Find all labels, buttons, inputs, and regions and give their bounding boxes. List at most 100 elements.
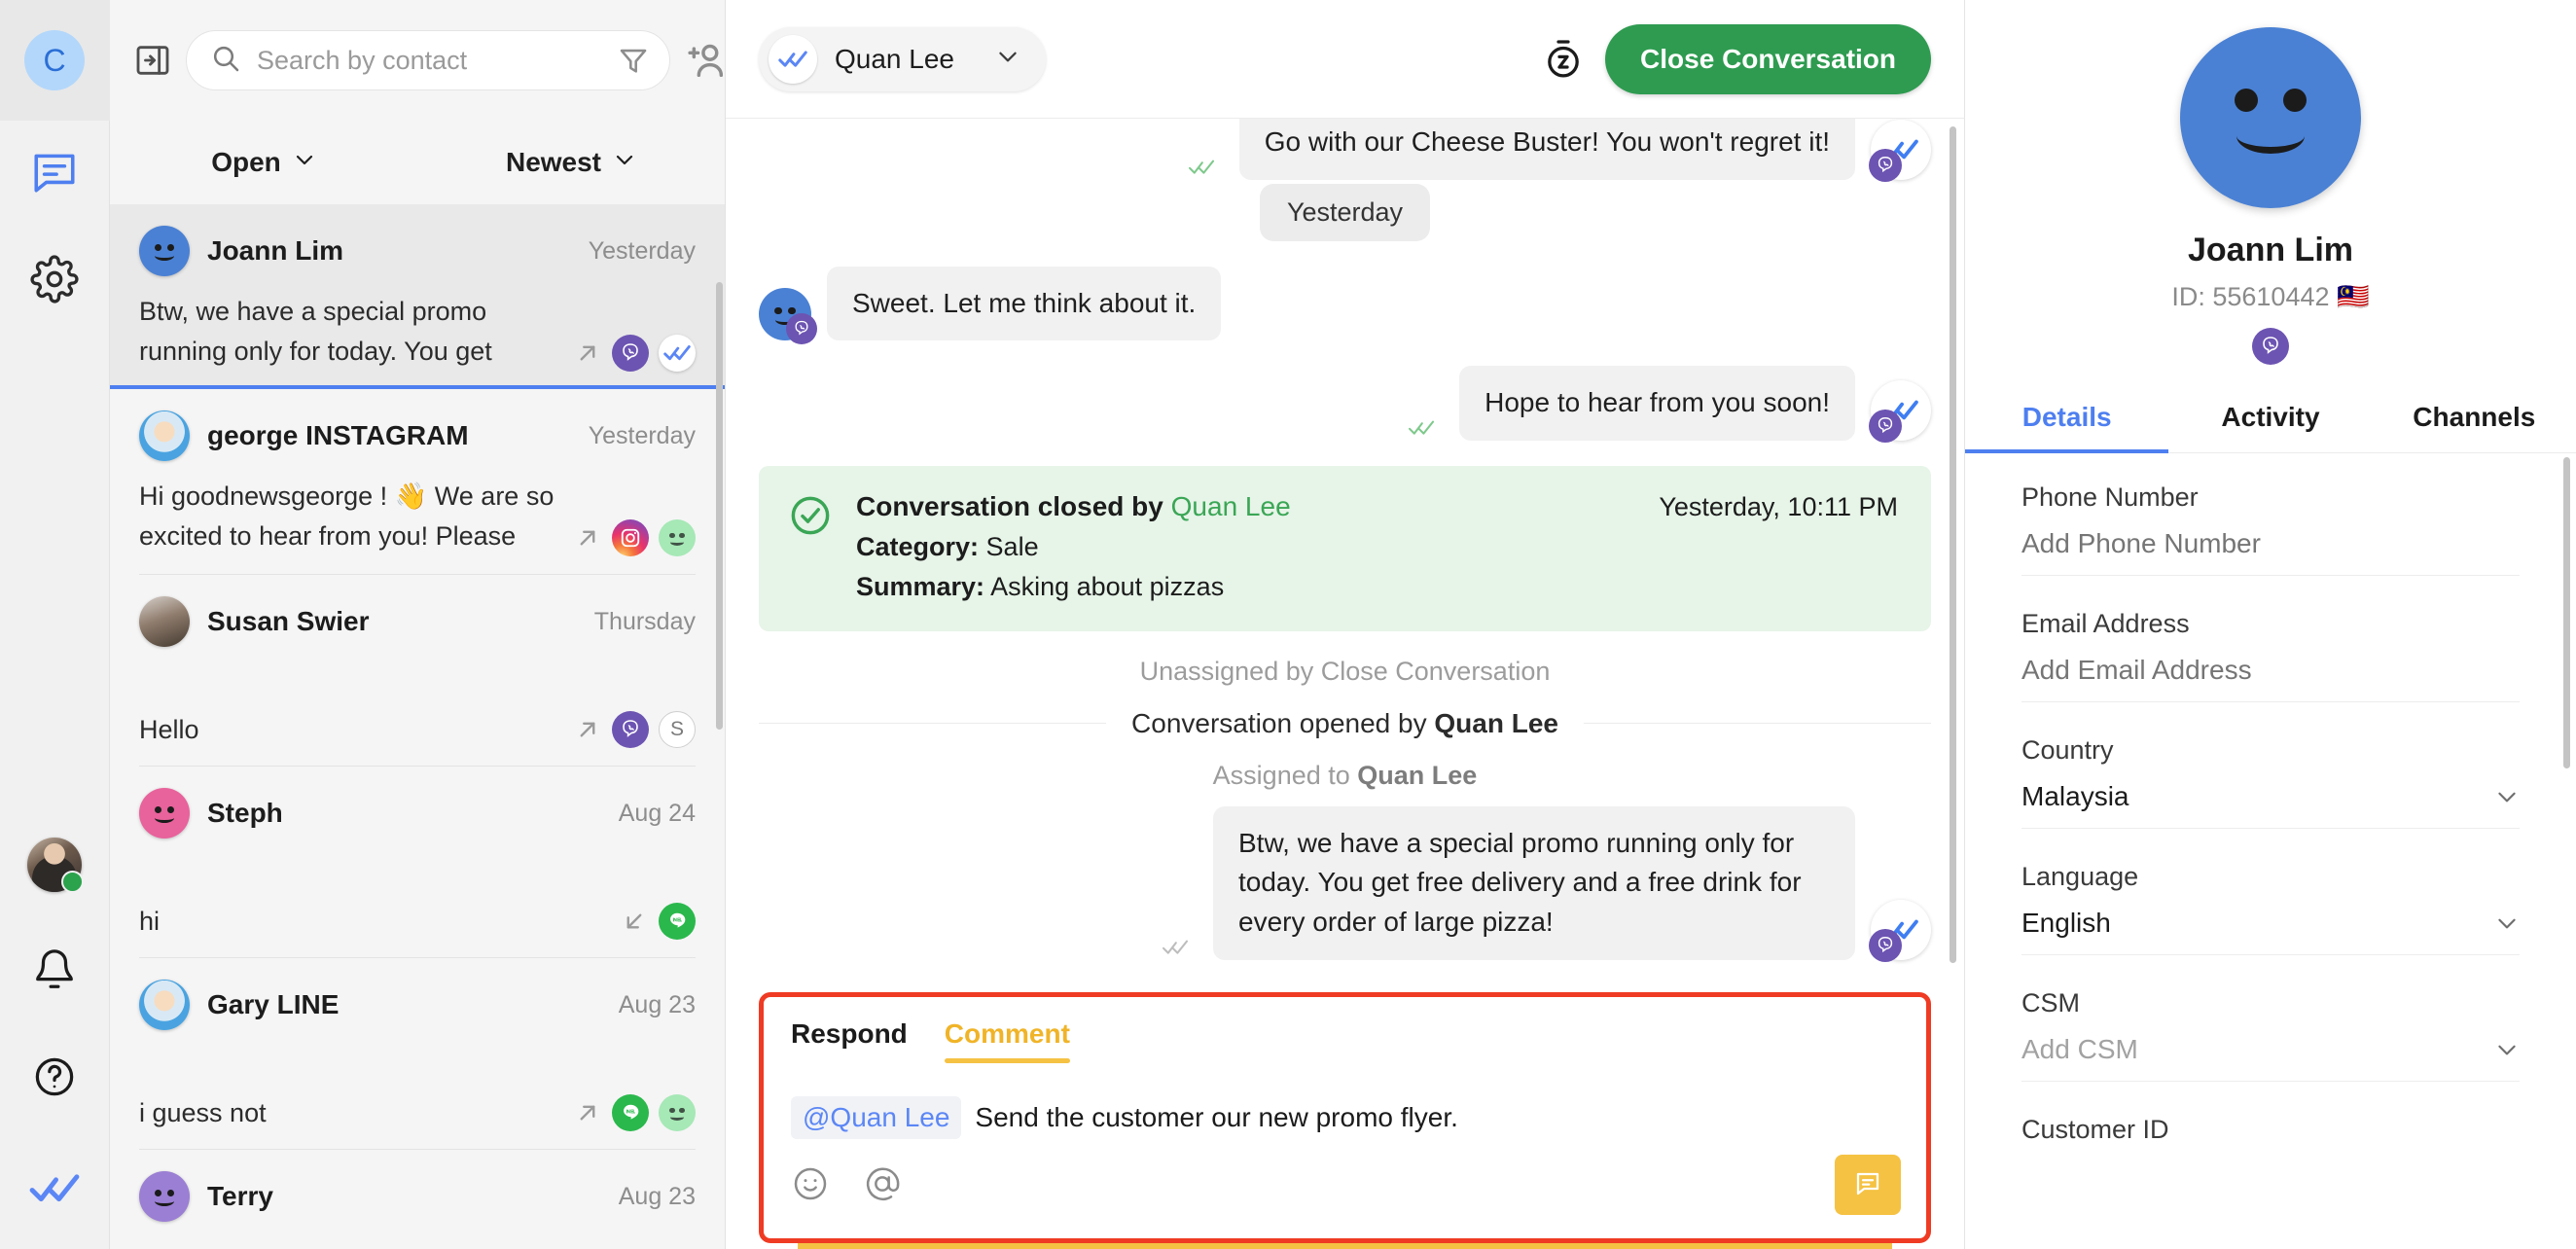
chevron-down-icon: [995, 44, 1020, 74]
tab-activity[interactable]: Activity: [2168, 386, 2372, 452]
chevron-down-icon: [293, 147, 316, 178]
viber-icon: [1869, 410, 1902, 443]
help-button[interactable]: [0, 1025, 110, 1132]
field-country: Country Malaysia: [2021, 735, 2520, 829]
list-item[interactable]: george INSTAGRAM Yesterday Hi goodnewsge…: [110, 389, 725, 574]
status-filter-dropdown[interactable]: Open: [110, 147, 417, 178]
composer[interactable]: Respond Comment @Quan Lee Send the custo…: [759, 992, 1931, 1243]
workspace-switcher[interactable]: C: [0, 0, 110, 121]
search-input[interactable]: [257, 46, 601, 76]
contact-id: ID: 55610442 🇲🇾: [1965, 281, 2576, 312]
list-item-header: Terry Aug 23: [139, 1171, 696, 1222]
list-item-badges: [573, 1094, 696, 1133]
tab-details[interactable]: Details: [1965, 386, 2168, 452]
composer-tabs: Respond Comment: [791, 1018, 1899, 1063]
contact-details-panel: Joann Lim ID: 55610442 🇲🇾 Details Activi…: [1965, 0, 2576, 1249]
viber-icon: [2252, 328, 2289, 365]
notifications-button[interactable]: [0, 918, 110, 1025]
list-header: [110, 0, 725, 121]
field-row[interactable]: English: [2021, 892, 2520, 955]
system-event-actor: Quan Lee: [1434, 708, 1558, 738]
collapse-panel-icon[interactable]: [133, 41, 172, 80]
contact-id-text: ID: 55610442: [2171, 282, 2329, 311]
list-scrollbar[interactable]: [716, 282, 723, 730]
email-field[interactable]: [2021, 655, 2520, 686]
outbound-arrow-icon: [573, 523, 602, 553]
assignee-dropdown[interactable]: Quan Lee: [759, 27, 1046, 91]
rule-line: [1584, 723, 1931, 724]
list-item[interactable]: Terry Aug 23: [110, 1150, 725, 1237]
list-item[interactable]: Joann Lim Yesterday Btw, we have a speci…: [110, 204, 725, 389]
search-icon: [210, 43, 241, 79]
app-root: C: [0, 0, 2576, 1249]
date-chip: Yesterday: [1260, 184, 1430, 241]
viber-icon: [612, 711, 649, 748]
list-item-name: Steph: [207, 798, 601, 829]
field-row[interactable]: Malaysia: [2021, 766, 2520, 829]
field-email-address: Email Address: [2021, 609, 2520, 702]
list-item-body: i guess not: [139, 1046, 696, 1133]
sort-filter-dropdown[interactable]: Newest: [417, 147, 725, 178]
avatar: [2180, 27, 2361, 208]
emoji-smiley-icon[interactable]: [791, 1164, 830, 1203]
composer-wrapper: Respond Comment @Quan Lee Send the custo…: [726, 992, 1964, 1249]
field-row[interactable]: Add CSM: [2021, 1018, 2520, 1082]
delivery-tick-icon: [1161, 940, 1198, 960]
sidebar-item-conversations[interactable]: [0, 121, 110, 228]
conversation-list-scroll[interactable]: Joann Lim Yesterday Btw, we have a speci…: [110, 204, 725, 1249]
snooze-timer-icon[interactable]: [1541, 37, 1586, 82]
list-item-badges: S: [573, 711, 696, 750]
list-item[interactable]: Gary LINE Aug 23 i guess not: [110, 958, 725, 1149]
search-box[interactable]: [186, 30, 670, 90]
close-conversation-button[interactable]: Close Conversation: [1605, 24, 1931, 94]
outbound-arrow-icon: [573, 1098, 602, 1127]
chevron-down-icon[interactable]: [2494, 1037, 2520, 1062]
list-item-time: Yesterday: [589, 422, 696, 450]
field-label: Phone Number: [2021, 482, 2520, 513]
list-item-preview: hi: [139, 902, 610, 942]
closed-card-timestamp: Yesterday, 10:11 PM: [1659, 492, 1898, 522]
field-language: Language English: [2021, 862, 2520, 955]
conversation-list-panel: Open Newest Joann Lim Y: [110, 0, 726, 1249]
sidebar-item-settings[interactable]: [0, 228, 110, 335]
details-scrollbar[interactable]: [2563, 457, 2570, 768]
at-mention-icon[interactable]: [863, 1164, 902, 1203]
add-person-icon[interactable]: [684, 38, 729, 83]
list-item-time: Aug 23: [619, 1183, 696, 1211]
tab-comment[interactable]: Comment: [945, 1018, 1070, 1063]
message-thread[interactable]: Go with our Cheese Buster! You won't reg…: [726, 119, 1964, 992]
message-row: Go with our Cheese Buster! You won't reg…: [759, 119, 1931, 180]
avatar: [139, 788, 190, 839]
chevron-down-icon[interactable]: [2494, 784, 2520, 809]
send-comment-button[interactable]: [1835, 1155, 1901, 1215]
bell-icon: [32, 947, 77, 997]
field-row[interactable]: [2021, 639, 2520, 702]
system-event-actor: Quan Lee: [1357, 761, 1477, 790]
chevron-down-icon[interactable]: [2494, 910, 2520, 936]
chat-icon: [30, 148, 79, 201]
agent-avatar-badge: [659, 519, 696, 556]
list-item-body: hi: [139, 854, 696, 942]
rule-line: [759, 723, 1106, 724]
message-row: Hope to hear from you soon!: [759, 366, 1931, 441]
list-item[interactable]: Steph Aug 24 hi: [110, 767, 725, 957]
list-item-name: Gary LINE: [207, 989, 601, 1020]
tab-channels[interactable]: Channels: [2373, 386, 2576, 452]
contact-fields: Phone Number Email Address Country Malay…: [1965, 453, 2576, 1249]
status-filter-label: Open: [211, 147, 281, 178]
list-item-header: Gary LINE Aug 23: [139, 980, 696, 1030]
tab-respond[interactable]: Respond: [791, 1018, 908, 1063]
avatar[interactable]: [0, 811, 110, 918]
phone-number-input[interactable]: [2021, 528, 2520, 559]
comment-input[interactable]: @Quan Lee Send the customer our new prom…: [791, 1096, 1899, 1139]
list-item-body: Hello S: [139, 662, 696, 750]
field-row[interactable]: [2021, 513, 2520, 576]
delivery-tick-icon: [1407, 420, 1444, 441]
field-csm: CSM Add CSM: [2021, 988, 2520, 1082]
thread-scrollbar[interactable]: [1950, 126, 1956, 963]
avatar: [139, 226, 190, 276]
list-item[interactable]: Susan Swier Thursday Hello S: [110, 575, 725, 766]
category-value: Sale: [986, 532, 1039, 561]
line-icon: [659, 903, 696, 940]
funnel-icon[interactable]: [617, 44, 650, 77]
